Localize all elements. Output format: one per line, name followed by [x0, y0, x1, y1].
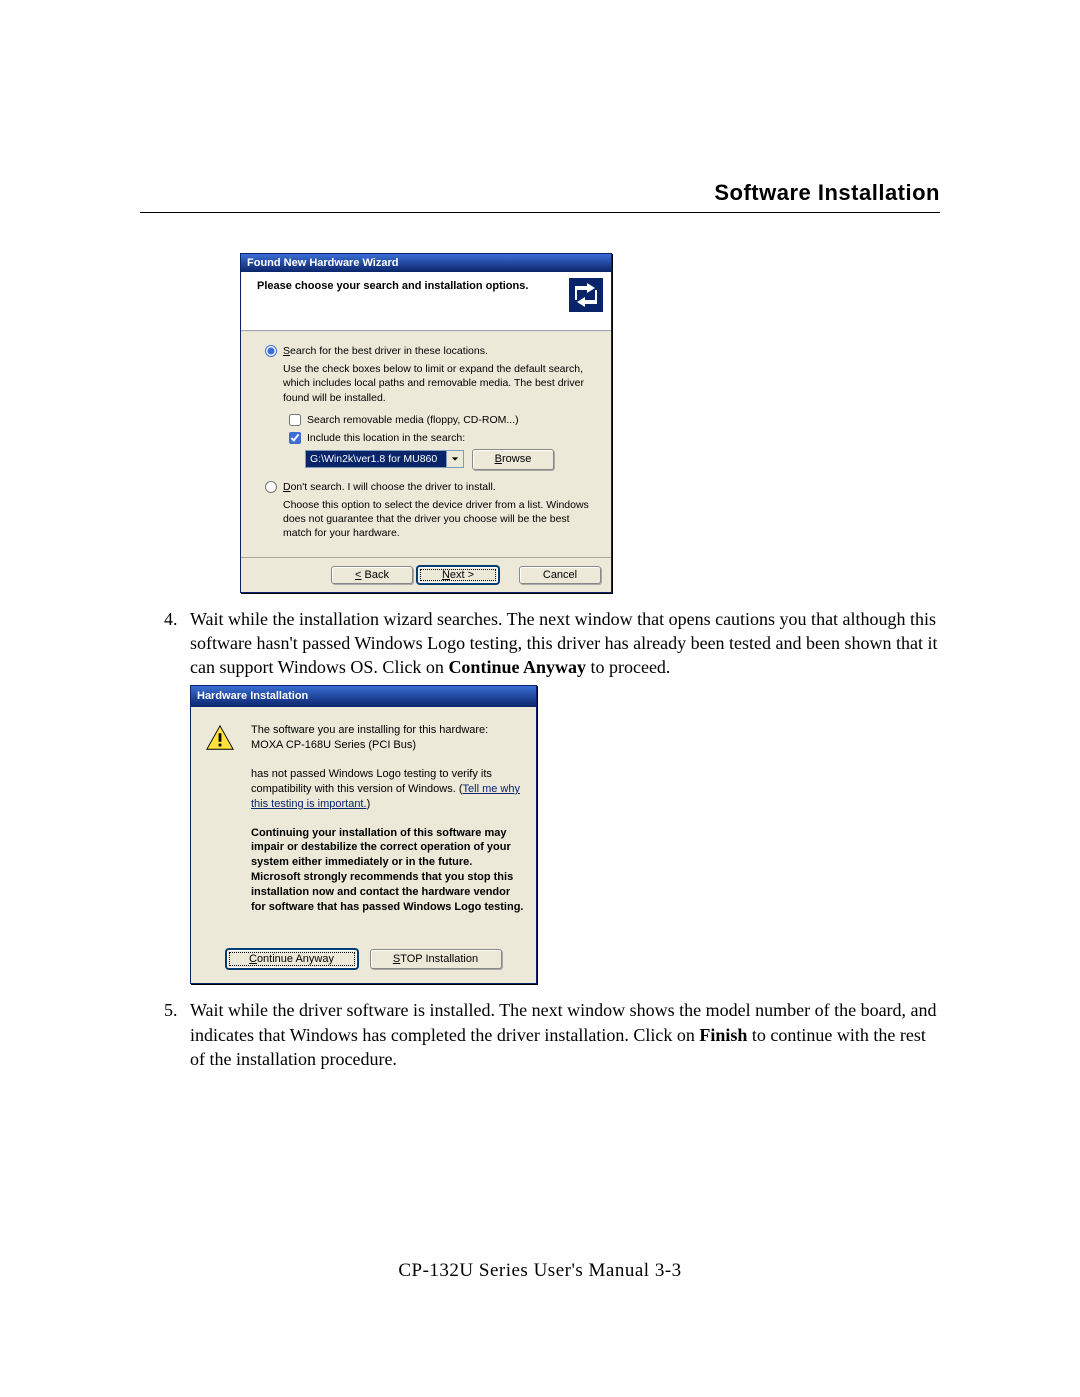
warning-icon: [203, 723, 237, 753]
location-path-value: G:\Win2k\ver1.8 for MU860: [305, 450, 446, 468]
wizard-dialog: Found New Hardware Wizard Please choose …: [240, 253, 612, 593]
checkbox-removable-media[interactable]: [289, 414, 301, 426]
wizard-header-icon: [569, 278, 603, 312]
continue-anyway-button[interactable]: Continue Anyway: [226, 949, 358, 970]
wizard-subtitle: Please choose your search and installati…: [257, 280, 528, 292]
wizard-titlebar: Found New Hardware Wizard: [241, 254, 611, 272]
hardware-installation-dialog: Hardware Installation The software you a…: [190, 685, 537, 984]
page-header-title: Software Installation: [140, 180, 940, 206]
checkbox-removable-media-label: Search removable media (floppy, CD-ROM..…: [307, 413, 519, 427]
warning-line2a: has not passed Windows Logo testing to v…: [251, 768, 492, 795]
warning-strong: Continuing your installation of this sof…: [251, 826, 524, 915]
warning-line1: The software you are installing for this…: [251, 723, 524, 738]
wizard-subheader: Please choose your search and installati…: [241, 272, 611, 330]
next-button[interactable]: Next >: [417, 566, 499, 584]
cancel-button[interactable]: Cancel: [519, 566, 601, 584]
warning-line2c: ): [367, 798, 371, 810]
page-footer: CP-132U Series User's Manual 3-3: [0, 1260, 1080, 1282]
radio-search-best-label: Search for the best driver in these loca…: [283, 344, 488, 358]
warning-device: MOXA CP-168U Series (PCI Bus): [251, 738, 524, 753]
checkbox-include-location[interactable]: [289, 432, 301, 444]
location-path-combo[interactable]: G:\Win2k\ver1.8 for MU860: [305, 450, 464, 468]
radio-dont-search-label: Don't search. I will choose the driver t…: [283, 480, 496, 494]
browse-button[interactable]: Browse: [472, 449, 554, 470]
chevron-down-icon[interactable]: [446, 450, 464, 468]
radio-search-best[interactable]: [265, 345, 277, 357]
header-rule: [140, 212, 940, 213]
search-best-description: Use the check boxes below to limit or ex…: [283, 362, 597, 405]
radio-dont-search[interactable]: [265, 481, 277, 493]
warning-titlebar: Hardware Installation: [191, 686, 536, 707]
checkbox-include-location-label: Include this location in the search:: [307, 431, 465, 445]
stop-installation-button[interactable]: STOP Installation: [370, 949, 502, 970]
step-5: Wait while the driver software is instal…: [182, 998, 940, 1071]
step-4: Wait while the installation wizard searc…: [182, 607, 940, 985]
back-button[interactable]: < Back: [331, 566, 413, 584]
dont-search-description: Choose this option to select the device …: [283, 498, 597, 541]
